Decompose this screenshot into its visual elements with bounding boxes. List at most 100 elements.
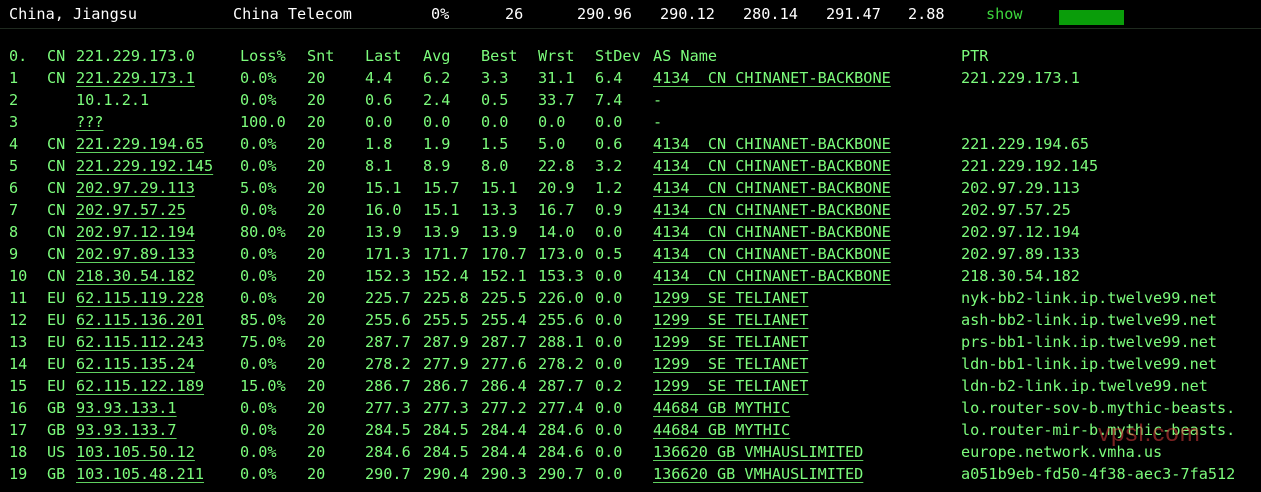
hop-stdev: 0.0 bbox=[595, 399, 623, 417]
country-code: CN bbox=[47, 223, 66, 241]
hop-as-name[interactable]: 44684 GB MYTHIC bbox=[653, 397, 953, 419]
hop-index: 11 bbox=[9, 289, 28, 307]
hop-worst: 290.7 bbox=[538, 465, 584, 483]
mtr-table: 0. CN 221.229.173.0 Loss% Snt Last Avg B… bbox=[0, 45, 1261, 485]
hop-best: 0.5 bbox=[481, 91, 509, 109]
hop-last: 290.7 bbox=[365, 465, 411, 483]
hop-loss: 0.0% bbox=[240, 91, 277, 109]
hop-as-name[interactable]: 1299 SE TELIANET bbox=[653, 353, 953, 375]
hop-stdev: 0.0 bbox=[595, 333, 623, 351]
hop-loss: 0.0% bbox=[240, 399, 277, 417]
table-row: 11 EU 62.115.119.228 0.0% 20 225.7 225.8 225.5 2… bbox=[0, 287, 1261, 309]
hop-host[interactable]: 62.115.119.228 bbox=[76, 287, 236, 309]
col-cc: CN bbox=[47, 47, 66, 65]
hop-host[interactable]: 221.229.192.145 bbox=[76, 155, 236, 177]
hop-host[interactable]: 202.97.29.113 bbox=[76, 177, 236, 199]
hop-loss: 0.0% bbox=[240, 465, 277, 483]
hop-sent: 20 bbox=[307, 399, 326, 417]
hop-as-name[interactable]: 4134 CN CHINANET-BACKBONE bbox=[653, 221, 953, 243]
hop-last: 15.1 bbox=[365, 179, 402, 197]
hop-last: 4.4 bbox=[365, 69, 393, 87]
hop-host[interactable]: 93.93.133.7 bbox=[76, 419, 236, 441]
hop-as-name[interactable]: 136620 GB VMHAUSLIMITED bbox=[653, 441, 953, 463]
hop-host[interactable]: 218.30.54.182 bbox=[76, 265, 236, 287]
hop-stdev: 0.0 bbox=[595, 443, 623, 461]
hop-as-name[interactable]: 1299 SE TELIANET bbox=[653, 331, 953, 353]
hop-host[interactable]: 62.115.136.201 bbox=[76, 309, 236, 331]
hop-stdev: 0.0 bbox=[595, 113, 623, 131]
hop-worst: 284.6 bbox=[538, 443, 584, 461]
table-row: 2 10.1.2.1 0.0% 20 0.6 2.4 0.5 33.7 7.4 - bbox=[0, 89, 1261, 111]
hop-best: 277.6 bbox=[481, 355, 527, 373]
hop-as-name[interactable]: 136620 GB VMHAUSLIMITED bbox=[653, 463, 953, 485]
hop-as-name[interactable]: 4134 CN CHINANET-BACKBONE bbox=[653, 199, 953, 221]
hop-loss: 15.0% bbox=[240, 377, 286, 395]
hop-as-name[interactable]: 1299 SE TELIANET bbox=[653, 287, 953, 309]
country-code: GB bbox=[47, 399, 66, 417]
country-code: CN bbox=[47, 267, 66, 285]
hop-ptr: a051b9eb-fd50-4f38-aec3-7fa512 bbox=[961, 465, 1236, 483]
hop-as-name[interactable]: 4134 CN CHINANET-BACKBONE bbox=[653, 67, 953, 89]
hop-as-name[interactable]: 4134 CN CHINANET-BACKBONE bbox=[653, 133, 953, 155]
hop-index: 2 bbox=[9, 91, 19, 109]
hop-ptr: europe.network.vmha.us bbox=[961, 443, 1163, 461]
hop-as-name[interactable]: 4134 CN CHINANET-BACKBONE bbox=[653, 265, 953, 287]
hop-host[interactable]: 93.93.133.1 bbox=[76, 397, 236, 419]
hop-host[interactable]: 103.105.50.12 bbox=[76, 441, 236, 463]
hop-rows: 1 CN 221.229.173.1 0.0% 20 4.4 6.2 3.3 31.1 6.4 41… bbox=[0, 67, 1261, 485]
table-row: 5 CN 221.229.192.145 0.0% 20 8.1 8.9 8.0 22.8 3.2… bbox=[0, 155, 1261, 177]
hop-host[interactable]: 62.115.135.24 bbox=[76, 353, 236, 375]
hop-sent: 20 bbox=[307, 443, 326, 461]
hop-host[interactable]: 221.229.194.65 bbox=[76, 133, 236, 155]
table-row: 9 CN 202.97.89.133 0.0% 20 171.3 171.7 170.7 173… bbox=[0, 243, 1261, 265]
hop-sent: 20 bbox=[307, 377, 326, 395]
table-row: 6 CN 202.97.29.113 5.0% 20 15.1 15.7 15.1 20.9 1.… bbox=[0, 177, 1261, 199]
hop-loss: 0.0% bbox=[240, 421, 277, 439]
country-code: CN bbox=[47, 157, 66, 175]
latency-bar bbox=[1059, 10, 1124, 25]
hop-loss: 0.0% bbox=[240, 135, 277, 153]
hop-loss: 0.0% bbox=[240, 267, 277, 285]
hop-host[interactable]: 221.229.173.1 bbox=[76, 67, 236, 89]
col-ptr: PTR bbox=[961, 47, 989, 65]
hop-last: 0.0 bbox=[365, 113, 393, 131]
hop-ptr: lo.router-mir-b.mythic-beasts. bbox=[961, 421, 1236, 439]
hop-sent: 20 bbox=[307, 179, 326, 197]
table-row: 17 GB 93.93.133.7 0.0% 20 284.5 284.5 284.4 284.… bbox=[0, 419, 1261, 441]
hop-as-name[interactable]: 4134 CN CHINANET-BACKBONE bbox=[653, 243, 953, 265]
hop-as-name[interactable]: 44684 GB MYTHIC bbox=[653, 419, 953, 441]
hop-best: 255.4 bbox=[481, 311, 527, 329]
hop-sent: 20 bbox=[307, 245, 326, 263]
hop-sent: 20 bbox=[307, 333, 326, 351]
hop-worst: 153.3 bbox=[538, 267, 584, 285]
hop-host[interactable]: 62.115.122.189 bbox=[76, 375, 236, 397]
hop-worst: 16.7 bbox=[538, 201, 575, 219]
hop-host[interactable]: 62.115.112.243 bbox=[76, 331, 236, 353]
hop-sent: 20 bbox=[307, 223, 326, 241]
hop-stdev: 0.6 bbox=[595, 135, 623, 153]
hop-host[interactable]: 202.97.57.25 bbox=[76, 199, 236, 221]
hop-as-name[interactable]: 1299 SE TELIANET bbox=[653, 309, 953, 331]
hop-ptr: nyk-bb2-link.ip.twelve99.net bbox=[961, 289, 1218, 307]
hop-loss: 0.0% bbox=[240, 289, 277, 307]
table-row: 18 US 103.105.50.12 0.0% 20 284.6 284.5 284.4 28… bbox=[0, 441, 1261, 463]
col-snt: Snt bbox=[307, 47, 335, 65]
hop-index: 10 bbox=[9, 267, 28, 285]
show-button[interactable]: show bbox=[986, 4, 1023, 24]
hop-host[interactable]: ??? bbox=[76, 111, 236, 133]
country-code: EU bbox=[47, 333, 66, 351]
hop-host[interactable]: 103.105.48.211 bbox=[76, 463, 236, 485]
hop-as-name[interactable]: 4134 CN CHINANET-BACKBONE bbox=[653, 177, 953, 199]
hop-host[interactable]: 202.97.12.194 bbox=[76, 221, 236, 243]
country-code: EU bbox=[47, 355, 66, 373]
hop-as-name[interactable]: 1299 SE TELIANET bbox=[653, 375, 953, 397]
summary-best: 280.14 bbox=[743, 5, 798, 23]
hop-stdev: 0.0 bbox=[595, 289, 623, 307]
hop-avg: 8.9 bbox=[423, 157, 451, 175]
hop-avg: 171.7 bbox=[423, 245, 469, 263]
hop-host[interactable]: 202.97.89.133 bbox=[76, 243, 236, 265]
hop-loss: 85.0% bbox=[240, 311, 286, 329]
hop-as-name[interactable]: 4134 CN CHINANET-BACKBONE bbox=[653, 155, 953, 177]
hop-avg: 6.2 bbox=[423, 69, 451, 87]
hop-stdev: 0.0 bbox=[595, 355, 623, 373]
